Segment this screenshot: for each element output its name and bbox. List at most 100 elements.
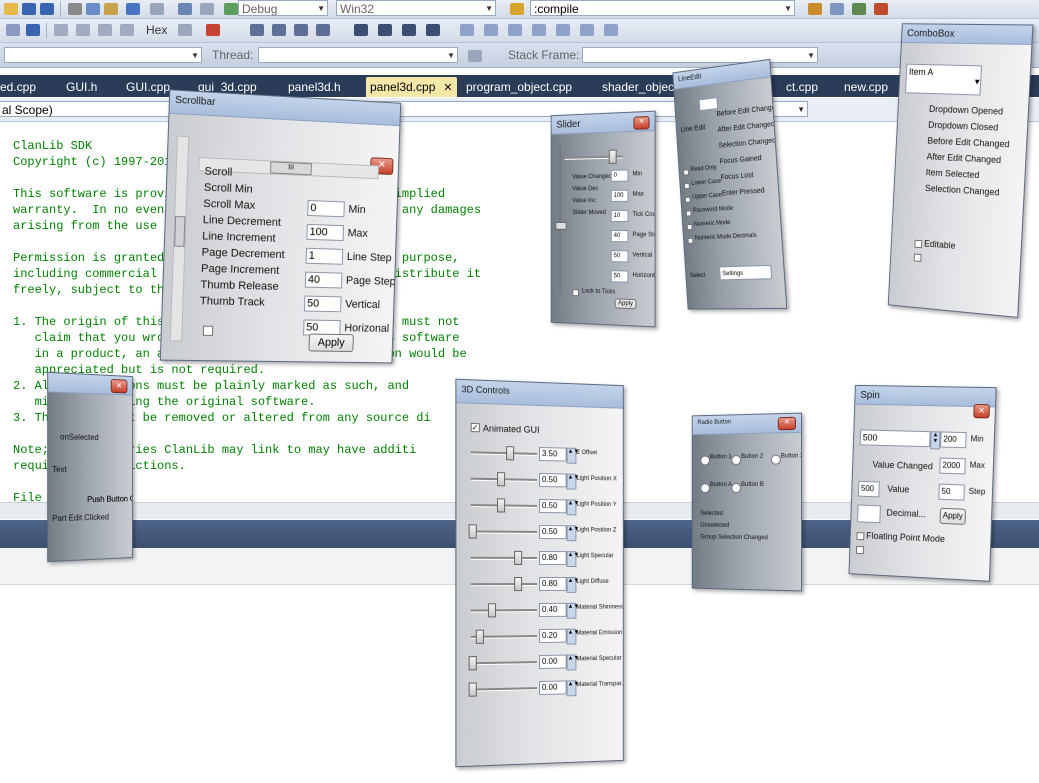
- control-slider-thumb[interactable]: [468, 656, 477, 671]
- control-value-field[interactable]: 0.00: [539, 654, 567, 670]
- window-icon[interactable]: [26, 24, 40, 36]
- control-spin-arrows[interactable]: ▲▼: [566, 628, 579, 645]
- scrollbar-field-2[interactable]: 1: [305, 247, 344, 265]
- scrollbar-checkbox[interactable]: [202, 325, 214, 336]
- close-icon[interactable]: ✕: [443, 82, 452, 94]
- find-next-icon[interactable]: [272, 24, 286, 36]
- lock-to-ticks-checkbox[interactable]: [572, 289, 579, 297]
- slider-field-1[interactable]: 100: [610, 189, 629, 202]
- value-field[interactable]: 500: [857, 480, 880, 498]
- tab-4[interactable]: panel3d.h: [288, 77, 341, 97]
- control-slider-track[interactable]: [470, 687, 538, 692]
- show-threads-icon[interactable]: [178, 24, 192, 36]
- control-slider-thumb[interactable]: [468, 524, 477, 539]
- control-value-field[interactable]: 0.50: [539, 524, 567, 540]
- record-icon[interactable]: [206, 24, 220, 36]
- control-slider-thumb[interactable]: [496, 498, 505, 513]
- step-icon[interactable]: [54, 24, 68, 36]
- animated-gui-checkbox[interactable]: ✓: [470, 422, 480, 433]
- spin-field[interactable]: 500: [859, 429, 931, 448]
- save-icon[interactable]: [22, 3, 36, 15]
- find-in-files-icon[interactable]: [510, 3, 524, 15]
- editable-checkbox[interactable]: [914, 239, 923, 249]
- indent-icon[interactable]: [354, 24, 368, 36]
- control-slider-thumb[interactable]: [506, 446, 515, 461]
- spin-field-2[interactable]: 50: [938, 483, 965, 501]
- find-combo[interactable]: :compile ▼: [530, 0, 795, 16]
- tab-2[interactable]: GUI.cpp: [126, 77, 170, 97]
- settings-combo[interactable]: Settings: [719, 264, 773, 281]
- floating-point-checkbox[interactable]: [856, 532, 865, 541]
- bookmark-list-icon[interactable]: [604, 24, 618, 36]
- start-debug-icon[interactable]: [224, 3, 238, 15]
- step-out-icon[interactable]: [120, 24, 134, 36]
- scrollbar-field-1[interactable]: 100: [306, 223, 345, 242]
- step-into-icon[interactable]: [76, 24, 90, 36]
- outdent-icon[interactable]: [378, 24, 392, 36]
- spin-checkbox-2[interactable]: [855, 545, 864, 555]
- scrollbar-field-0[interactable]: 0: [307, 199, 345, 218]
- quick-find-icon[interactable]: [316, 24, 330, 36]
- platform-combo[interactable]: Win32 ▼: [336, 0, 496, 16]
- tab-8[interactable]: ct.cpp: [786, 77, 818, 97]
- flag-icon[interactable]: [468, 50, 482, 62]
- radio-button[interactable]: [770, 454, 781, 465]
- prev-bookmark-icon[interactable]: [484, 24, 498, 36]
- spin-field-0[interactable]: 200: [940, 431, 967, 449]
- tab-1[interactable]: GUI.h: [66, 77, 97, 97]
- breakpoint-icon[interactable]: [6, 24, 20, 36]
- replace-icon[interactable]: [294, 24, 308, 36]
- control-slider-track[interactable]: [470, 556, 538, 560]
- copy-icon[interactable]: [86, 3, 100, 15]
- vertical-scrollbar[interactable]: [169, 135, 190, 342]
- scrollbar-field-3[interactable]: 40: [304, 271, 343, 289]
- slider-field-5[interactable]: 50: [610, 270, 629, 283]
- vertical-slider-track[interactable]: [559, 145, 561, 293]
- bookmark-folder-icon[interactable]: [556, 24, 570, 36]
- navigate-forward-icon[interactable]: [200, 3, 214, 15]
- vertical-slider-thumb[interactable]: [555, 221, 567, 230]
- control-slider-thumb[interactable]: [496, 472, 505, 487]
- next-bookmark-icon[interactable]: [508, 24, 522, 36]
- apply-button[interactable]: Apply: [308, 333, 354, 353]
- control-value-field[interactable]: 0.50: [539, 498, 567, 514]
- control-slider-thumb[interactable]: [513, 577, 522, 592]
- tab-5[interactable]: panel3d.cpp ✕: [366, 77, 457, 97]
- undo-icon[interactable]: [126, 3, 140, 15]
- control-value-field[interactable]: 3.50: [539, 446, 567, 462]
- control-value-field[interactable]: 0.20: [539, 628, 567, 644]
- uncomment-icon[interactable]: [426, 24, 440, 36]
- solution-explorer-icon[interactable]: [808, 3, 822, 15]
- control-spin-arrows[interactable]: ▲▼: [566, 551, 579, 568]
- lineedit-option-checkbox[interactable]: [683, 169, 689, 176]
- horizontal-slider-thumb[interactable]: [608, 149, 617, 164]
- chevron-down-icon[interactable]: ▼: [973, 77, 981, 86]
- control-value-field[interactable]: 0.80: [539, 576, 567, 592]
- tab-6[interactable]: program_object.cpp: [466, 77, 572, 97]
- control-slider-track[interactable]: [470, 609, 538, 613]
- cut-icon[interactable]: [68, 3, 82, 15]
- control-value-field[interactable]: 0.80: [539, 550, 567, 566]
- radio-button[interactable]: [700, 455, 710, 466]
- paste-icon[interactable]: [104, 3, 118, 15]
- slider-field-0[interactable]: 0: [610, 169, 629, 182]
- lineedit-option-checkbox[interactable]: [686, 224, 693, 231]
- control-spin-arrows[interactable]: ▲▼: [566, 525, 579, 542]
- control-spin-arrows[interactable]: ▲▼: [566, 499, 579, 516]
- close-icon[interactable]: ✕: [110, 378, 128, 394]
- control-slider-track[interactable]: [470, 583, 538, 587]
- control-spin-arrows[interactable]: ▲▼: [566, 680, 579, 697]
- control-spin-arrows[interactable]: ▲▼: [566, 602, 579, 619]
- spin-apply-button[interactable]: Apply: [939, 507, 967, 525]
- control-slider-track[interactable]: [470, 530, 538, 534]
- combobox-field[interactable]: Item A: [905, 63, 983, 96]
- horizontal-scrollbar-thumb[interactable]: III: [269, 161, 312, 176]
- lineedit-option-checkbox[interactable]: [687, 237, 694, 244]
- decimal-field[interactable]: [857, 504, 881, 524]
- lineedit-option-checkbox[interactable]: [684, 182, 690, 190]
- bookmark-icon[interactable]: [460, 24, 474, 36]
- radio-button[interactable]: [731, 483, 742, 494]
- spin-field-1[interactable]: 2000: [939, 457, 966, 475]
- slider-apply-button[interactable]: Apply: [614, 298, 637, 310]
- redo-icon[interactable]: [150, 3, 164, 15]
